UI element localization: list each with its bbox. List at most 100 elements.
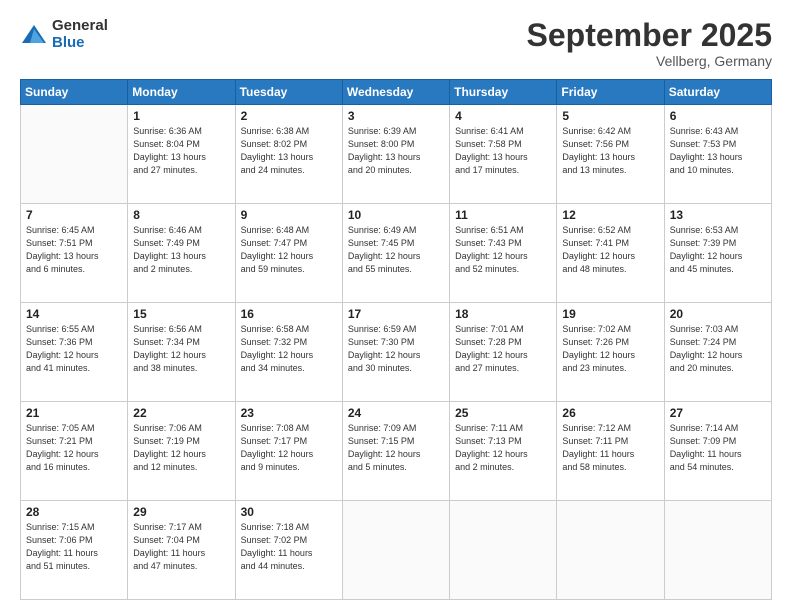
logo-text: General Blue	[52, 18, 108, 51]
day-cell: 27Sunrise: 7:14 AM Sunset: 7:09 PM Dayli…	[664, 402, 771, 501]
day-cell: 6Sunrise: 6:43 AM Sunset: 7:53 PM Daylig…	[664, 105, 771, 204]
calendar-header: Sunday Monday Tuesday Wednesday Thursday…	[21, 80, 772, 105]
day-info: Sunrise: 6:55 AM Sunset: 7:36 PM Dayligh…	[26, 323, 122, 375]
day-cell: 15 Sunrise: 6:56 AM Sunset: 7:34 PM Dayli…	[128, 303, 235, 402]
day-info: Sunrise: 6:45 AM Sunset: 7:51 PM Dayligh…	[26, 224, 122, 276]
day-info: Sunrise: 6:58 AM Sunset: 7:32 PM Dayligh…	[241, 323, 337, 375]
col-monday: Monday	[128, 80, 235, 105]
day-cell: 10 Sunrise: 6:49 AM Sunset: 7:45 PM Dayli…	[342, 204, 449, 303]
day-number: 13	[670, 208, 766, 222]
calendar-table: Sunday Monday Tuesday Wednesday Thursday…	[20, 79, 772, 600]
col-thursday: Thursday	[450, 80, 557, 105]
day-info: Sunrise: 7:11 AM Sunset: 7:13 PM Dayligh…	[455, 422, 551, 474]
day-number: 9	[241, 208, 337, 222]
day-number: 10	[348, 208, 444, 222]
day-number: 11	[455, 208, 551, 222]
location: Vellberg, Germany	[527, 53, 772, 69]
day-number: 4	[455, 109, 551, 123]
col-tuesday: Tuesday	[235, 80, 342, 105]
day-info: Sunrise: 7:08 AM Sunset: 7:17 PM Dayligh…	[241, 422, 337, 474]
day-number: 15	[133, 307, 229, 321]
logo: General Blue	[20, 18, 108, 51]
day-info: Sunrise: 7:02 AM Sunset: 7:26 PM Dayligh…	[562, 323, 658, 375]
day-number: 25	[455, 406, 551, 420]
day-info: Sunrise: 7:17 AM Sunset: 7:04 PM Dayligh…	[133, 521, 229, 573]
logo-blue: Blue	[52, 35, 108, 52]
day-info: Sunrise: 6:46 AM Sunset: 7:49 PM Dayligh…	[133, 224, 229, 276]
day-cell: 29 Sunrise: 7:17 AM Sunset: 7:04 PM Dayli…	[128, 501, 235, 600]
day-cell: 1 Sunrise: 6:36 AM Sunset: 8:04 PM Daylig…	[128, 105, 235, 204]
day-number: 14	[26, 307, 122, 321]
day-info: Sunrise: 6:41 AM Sunset: 7:58 PM Dayligh…	[455, 125, 551, 177]
day-info: Sunrise: 6:49 AM Sunset: 7:45 PM Dayligh…	[348, 224, 444, 276]
day-cell: 14 Sunrise: 6:55 AM Sunset: 7:36 PM Dayli…	[21, 303, 128, 402]
day-cell: 12 Sunrise: 6:52 AM Sunset: 7:41 PM Dayli…	[557, 204, 664, 303]
day-cell: 4 Sunrise: 6:41 AM Sunset: 7:58 PM Daylig…	[450, 105, 557, 204]
day-cell: 22 Sunrise: 7:06 AM Sunset: 7:19 PM Dayli…	[128, 402, 235, 501]
header: General Blue September 2025 Vellberg, Ge…	[20, 18, 772, 69]
day-cell	[557, 501, 664, 600]
day-number: 29	[133, 505, 229, 519]
page: General Blue September 2025 Vellberg, Ge…	[0, 0, 792, 612]
day-cell: 17 Sunrise: 6:59 AM Sunset: 7:30 PM Dayli…	[342, 303, 449, 402]
day-info: Sunrise: 7:09 AM Sunset: 7:15 PM Dayligh…	[348, 422, 444, 474]
logo-general: General	[52, 18, 108, 35]
day-number: 26	[562, 406, 658, 420]
day-number: 27	[670, 406, 766, 420]
day-cell: 16 Sunrise: 6:58 AM Sunset: 7:32 PM Dayli…	[235, 303, 342, 402]
day-cell: 26 Sunrise: 7:12 AM Sunset: 7:11 PM Dayli…	[557, 402, 664, 501]
day-number: 23	[241, 406, 337, 420]
day-info: Sunrise: 6:38 AM Sunset: 8:02 PM Dayligh…	[241, 125, 337, 177]
day-info: Sunrise: 7:06 AM Sunset: 7:19 PM Dayligh…	[133, 422, 229, 474]
day-info: Sunrise: 6:53 AM Sunset: 7:39 PM Dayligh…	[670, 224, 766, 276]
day-number: 17	[348, 307, 444, 321]
day-cell: 3 Sunrise: 6:39 AM Sunset: 8:00 PM Daylig…	[342, 105, 449, 204]
day-info: Sunrise: 6:59 AM Sunset: 7:30 PM Dayligh…	[348, 323, 444, 375]
day-cell: 30 Sunrise: 7:18 AM Sunset: 7:02 PM Dayli…	[235, 501, 342, 600]
day-number: 1	[133, 109, 229, 123]
day-number: 30	[241, 505, 337, 519]
day-cell: 24Sunrise: 7:09 AM Sunset: 7:15 PM Dayli…	[342, 402, 449, 501]
calendar-body: 1 Sunrise: 6:36 AM Sunset: 8:04 PM Daylig…	[21, 105, 772, 600]
day-cell: 18 Sunrise: 7:01 AM Sunset: 7:28 PM Dayli…	[450, 303, 557, 402]
day-number: 16	[241, 307, 337, 321]
day-number: 3	[348, 109, 444, 123]
month-title: September 2025	[527, 18, 772, 53]
col-sunday: Sunday	[21, 80, 128, 105]
week-row-2: 7 Sunrise: 6:45 AM Sunset: 7:51 PM Daylig…	[21, 204, 772, 303]
day-info: Sunrise: 7:12 AM Sunset: 7:11 PM Dayligh…	[562, 422, 658, 474]
day-info: Sunrise: 6:42 AM Sunset: 7:56 PM Dayligh…	[562, 125, 658, 177]
day-info: Sunrise: 6:36 AM Sunset: 8:04 PM Dayligh…	[133, 125, 229, 177]
day-cell: 5 Sunrise: 6:42 AM Sunset: 7:56 PM Daylig…	[557, 105, 664, 204]
day-info: Sunrise: 7:15 AM Sunset: 7:06 PM Dayligh…	[26, 521, 122, 573]
day-info: Sunrise: 6:56 AM Sunset: 7:34 PM Dayligh…	[133, 323, 229, 375]
day-number: 20	[670, 307, 766, 321]
col-saturday: Saturday	[664, 80, 771, 105]
day-cell: 28 Sunrise: 7:15 AM Sunset: 7:06 PM Dayli…	[21, 501, 128, 600]
day-number: 22	[133, 406, 229, 420]
day-cell: 2 Sunrise: 6:38 AM Sunset: 8:02 PM Daylig…	[235, 105, 342, 204]
day-cell: 20Sunrise: 7:03 AM Sunset: 7:24 PM Dayli…	[664, 303, 771, 402]
day-number: 12	[562, 208, 658, 222]
day-number: 18	[455, 307, 551, 321]
day-number: 2	[241, 109, 337, 123]
day-number: 7	[26, 208, 122, 222]
day-cell	[21, 105, 128, 204]
day-info: Sunrise: 7:18 AM Sunset: 7:02 PM Dayligh…	[241, 521, 337, 573]
day-info: Sunrise: 7:01 AM Sunset: 7:28 PM Dayligh…	[455, 323, 551, 375]
day-cell: 25 Sunrise: 7:11 AM Sunset: 7:13 PM Dayli…	[450, 402, 557, 501]
day-cell: 23 Sunrise: 7:08 AM Sunset: 7:17 PM Dayli…	[235, 402, 342, 501]
day-info: Sunrise: 6:52 AM Sunset: 7:41 PM Dayligh…	[562, 224, 658, 276]
day-number: 8	[133, 208, 229, 222]
day-info: Sunrise: 7:05 AM Sunset: 7:21 PM Dayligh…	[26, 422, 122, 474]
day-cell	[450, 501, 557, 600]
week-row-4: 21Sunrise: 7:05 AM Sunset: 7:21 PM Dayli…	[21, 402, 772, 501]
day-cell: 8 Sunrise: 6:46 AM Sunset: 7:49 PM Daylig…	[128, 204, 235, 303]
logo-icon	[20, 21, 48, 49]
day-number: 28	[26, 505, 122, 519]
day-info: Sunrise: 6:39 AM Sunset: 8:00 PM Dayligh…	[348, 125, 444, 177]
col-friday: Friday	[557, 80, 664, 105]
day-cell: 13 Sunrise: 6:53 AM Sunset: 7:39 PM Dayli…	[664, 204, 771, 303]
day-number: 5	[562, 109, 658, 123]
day-info: Sunrise: 6:51 AM Sunset: 7:43 PM Dayligh…	[455, 224, 551, 276]
